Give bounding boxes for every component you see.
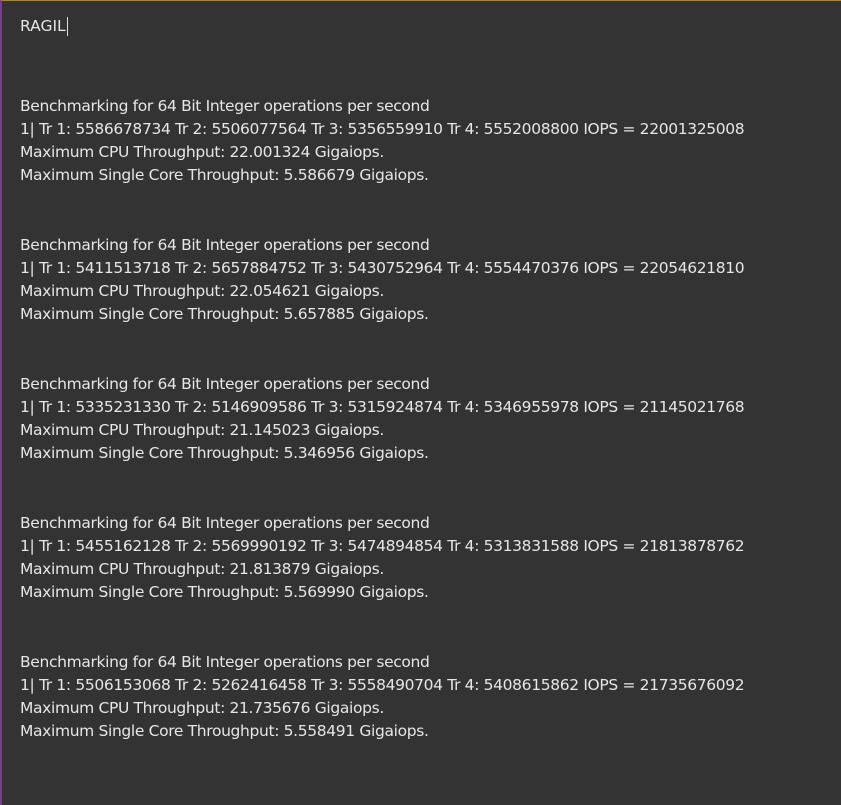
max-single-core-throughput: Maximum Single Core Throughput: 5.657885… bbox=[20, 305, 429, 323]
benchmark-heading: Benchmarking for 64 Bit Integer operatio… bbox=[20, 97, 430, 115]
max-cpu-throughput: Maximum CPU Throughput: 22.001324 Gigaio… bbox=[20, 143, 384, 161]
max-single-core-throughput: Maximum Single Core Throughput: 5.586679… bbox=[20, 166, 429, 184]
benchmark-block-4: Benchmarking for 64 Bit Integer operatio… bbox=[20, 512, 835, 604]
benchmark-block-1: Benchmarking for 64 Bit Integer operatio… bbox=[20, 95, 835, 187]
input-line[interactable]: RAGIL bbox=[20, 15, 835, 38]
max-single-core-throughput: Maximum Single Core Throughput: 5.346956… bbox=[20, 444, 429, 462]
text-caret bbox=[66, 17, 68, 36]
thread-results: 1| Tr 1: 5455162128 Tr 2: 5569990192 Tr … bbox=[20, 537, 745, 555]
editor-text-area[interactable]: RAGIL Benchmarking for 64 Bit Integer op… bbox=[20, 15, 835, 805]
benchmark-block-2: Benchmarking for 64 Bit Integer operatio… bbox=[20, 234, 835, 326]
max-single-core-throughput: Maximum Single Core Throughput: 5.569990… bbox=[20, 583, 429, 601]
thread-results: 1| Tr 1: 5586678734 Tr 2: 5506077564 Tr … bbox=[20, 120, 745, 138]
text-editor-window: RAGIL Benchmarking for 64 Bit Integer op… bbox=[0, 0, 841, 805]
max-cpu-throughput: Maximum CPU Throughput: 21.735676 Gigaio… bbox=[20, 699, 384, 717]
benchmark-block-5: Benchmarking for 64 Bit Integer operatio… bbox=[20, 651, 835, 743]
benchmark-heading: Benchmarking for 64 Bit Integer operatio… bbox=[20, 514, 430, 532]
typed-text: RAGIL bbox=[20, 17, 66, 35]
benchmark-heading: Benchmarking for 64 Bit Integer operatio… bbox=[20, 236, 430, 254]
benchmark-block-3: Benchmarking for 64 Bit Integer operatio… bbox=[20, 373, 835, 465]
max-cpu-throughput: Maximum CPU Throughput: 21.145023 Gigaio… bbox=[20, 421, 384, 439]
max-single-core-throughput: Maximum Single Core Throughput: 5.558491… bbox=[20, 722, 429, 740]
max-cpu-throughput: Maximum CPU Throughput: 22.054621 Gigaio… bbox=[20, 282, 384, 300]
benchmark-heading: Benchmarking for 64 Bit Integer operatio… bbox=[20, 653, 430, 671]
thread-results: 1| Tr 1: 5506153068 Tr 2: 5262416458 Tr … bbox=[20, 676, 745, 694]
max-cpu-throughput: Maximum CPU Throughput: 21.813879 Gigaio… bbox=[20, 560, 384, 578]
thread-results: 1| Tr 1: 5335231330 Tr 2: 5146909586 Tr … bbox=[20, 398, 745, 416]
thread-results: 1| Tr 1: 5411513718 Tr 2: 5657884752 Tr … bbox=[20, 259, 745, 277]
benchmark-heading: Benchmarking for 64 Bit Integer operatio… bbox=[20, 375, 430, 393]
